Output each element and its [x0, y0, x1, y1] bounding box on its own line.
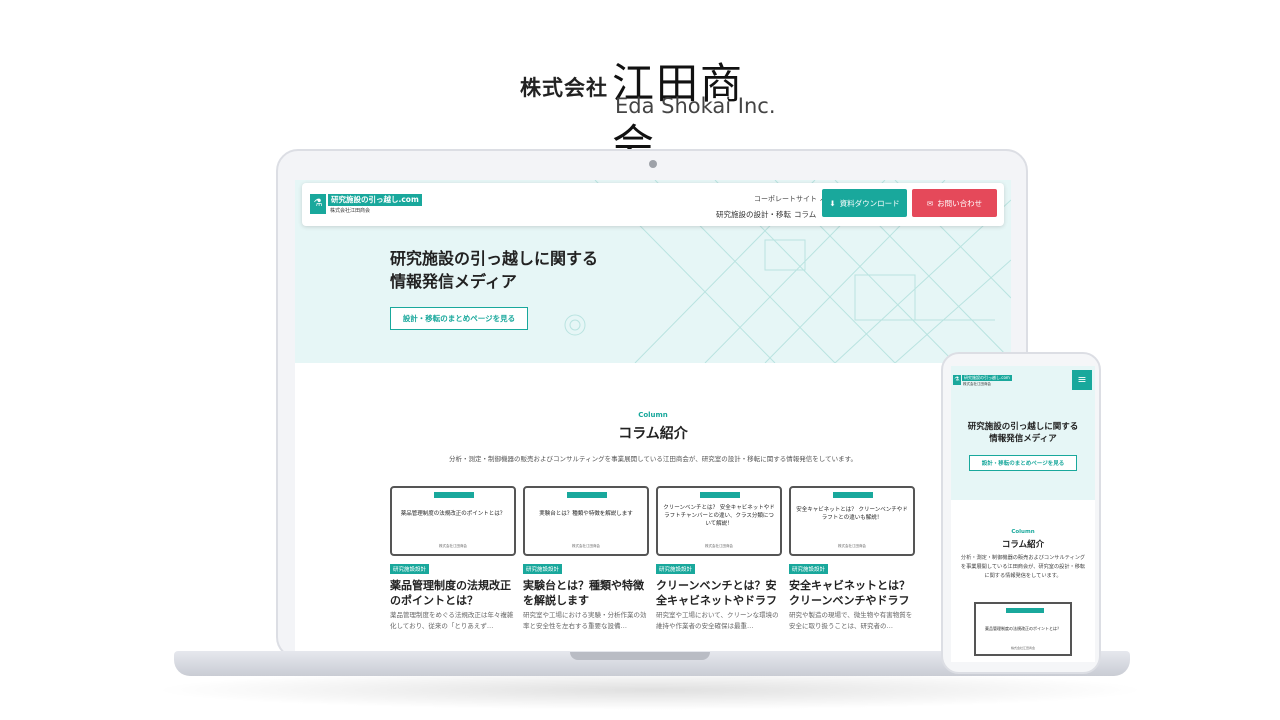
download-icon: ⬇ — [829, 198, 836, 208]
flask-icon[interactable]: ⚗ — [310, 194, 326, 214]
thumb-logo — [434, 492, 474, 498]
category-tag[interactable]: 研究施設設計 — [656, 564, 696, 574]
category-tag[interactable]: 研究施設設計 — [789, 564, 829, 574]
card-title[interactable]: クリーンベンチとは？安全キャビネットやドラフト… — [656, 578, 782, 608]
summary-page-button[interactable]: 設計・移転のまとめページを見る — [390, 307, 528, 330]
thumb-sub: 株式会社江田商会 — [1010, 646, 1035, 650]
mobile-section-label: Column — [1011, 529, 1035, 535]
thumb-text: 薬品管理制度の法規改正のポイントとは？ — [985, 626, 1061, 631]
mobile-logo-sub: 株式会社江田商会 — [963, 382, 991, 386]
corporate-link-label: コーポレートサイト — [754, 195, 817, 203]
card-title[interactable]: 安全キャビネットとは？クリーンベンチやドラフト… — [789, 578, 915, 608]
laptop-notch — [570, 652, 710, 660]
hero-title: 研究施設の引っ越しに関する 情報発信メディア — [390, 247, 598, 293]
site-logo-title[interactable]: 研究施設の引っ越し.com — [328, 194, 422, 206]
nav-item-design-relocation[interactable]: 研究施設の設計・移転 — [716, 209, 791, 220]
hero-title-line1: 研究施設の引っ越しに関する — [390, 249, 599, 268]
section-label: Column — [638, 411, 668, 419]
category-tag[interactable]: 研究施設設計 — [523, 564, 563, 574]
brand-kabushiki: 株式会社 — [520, 76, 608, 100]
corporate-site-link[interactable]: コーポレートサイト ↗ — [754, 194, 825, 204]
section-description: 分析・測定・制御機器の販売およびコンサルティングを事業展開している江田商会が、研… — [449, 455, 857, 463]
mobile-hero-title-line2: 情報発信メディア — [989, 434, 1057, 444]
mobile-card-thumbnail[interactable]: 薬品管理制度の法規改正のポイントとは？ 株式会社江田商会 — [974, 602, 1072, 656]
nav-item-column[interactable]: コラム — [794, 209, 816, 220]
card-thumbnail[interactable]: 安全キャビネットとは？ クリーンベンチやドラフトとの違いも解説！ 株式会社江田商… — [789, 486, 915, 556]
flask-icon[interactable]: ⚗ — [953, 375, 961, 385]
thumb-sub: 株式会社江田商会 — [439, 544, 467, 548]
site-logo-sub: 株式会社江田商会 — [330, 208, 371, 214]
thumb-text: 安全キャビネットとは？ クリーンベンチやドラフトとの違いも解説！ — [796, 507, 908, 521]
card-title[interactable]: 実験台とは？種類や特徴を解説します — [523, 578, 649, 608]
download-label: 資料ダウンロード — [839, 198, 900, 208]
phone-screen: ⚗ 研究施設の引っ越し.com 株式会社江田商会 ≡ 研究施設の引っ越しに関する… — [951, 366, 1095, 662]
card-excerpt: 研究室や工場において、クリーンな環境の維持や作業者の安全確保は最重… — [656, 611, 779, 630]
thumb-sub: 株式会社江田商会 — [838, 544, 866, 548]
hamburger-icon[interactable]: ≡ — [1072, 370, 1092, 390]
column-card[interactable]: 薬品管理制度の法規改正のポイントとは？ 株式会社江田商会 研究施設設計 薬品管理… — [390, 486, 516, 631]
thumb-logo — [700, 492, 740, 498]
card-excerpt: 薬品管理制度をめぐる法規改正は年々複雑化しており、従来の「とりあえず… — [390, 611, 514, 630]
contact-button[interactable]: ✉ お問い合わせ — [912, 189, 997, 217]
column-card[interactable]: クリーンベンチとは？ 安全キャビネットやドラフトチャンバーとの違い、クラス分類に… — [656, 486, 782, 631]
thumb-logo — [567, 492, 607, 498]
mobile-section-description: 分析・測定・制御機器の販売およびコンサルティングを事業展開している江田商会が、研… — [960, 555, 1086, 579]
mobile-logo-title[interactable]: 研究施設の引っ越し.com — [962, 375, 1012, 381]
column-card[interactable]: 実験台とは？種類や特徴を解説します 株式会社江田商会 研究施設設計 実験台とは？… — [523, 486, 649, 631]
category-tag[interactable]: 研究施設設計 — [390, 564, 430, 574]
device-shadow — [150, 670, 1150, 710]
camera-dot — [649, 160, 657, 168]
section-title: コラム紹介 — [618, 426, 688, 442]
thumb-text: クリーンベンチとは？ 安全キャビネットやドラフトチャンバーとの違い、クラス分類に… — [663, 505, 775, 527]
brand-logo: 株式会社 江田商会 Eda Shokai Inc. — [520, 50, 780, 169]
contact-label: お問い合わせ — [937, 198, 983, 208]
mobile-hero-title: 研究施設の引っ越しに関する 情報発信メディア — [951, 421, 1095, 445]
thumb-text: 実験台とは？種類や特徴を解説します — [539, 511, 633, 517]
card-thumbnail[interactable]: 薬品管理制度の法規改正のポイントとは？ 株式会社江田商会 — [390, 486, 516, 556]
card-thumbnail[interactable]: 実験台とは？種類や特徴を解説します 株式会社江田商会 — [523, 486, 649, 556]
column-card[interactable]: 安全キャビネットとは？ クリーンベンチやドラフトとの違いも解説！ 株式会社江田商… — [789, 486, 915, 631]
thumb-sub: 株式会社江田商会 — [572, 544, 600, 548]
thumb-logo — [833, 492, 873, 498]
thumb-logo — [1006, 608, 1044, 613]
laptop-screen: ⚗ 研究施設の引っ越し.com 株式会社江田商会 コーポレートサイト ↗ 研究施… — [295, 180, 1011, 651]
card-excerpt: 研究や製造の現場で、微生物や有害物質を安全に取り扱うことは、研究者の… — [789, 611, 913, 630]
thumb-text: 薬品管理制度の法規改正のポイントとは？ — [400, 511, 506, 517]
hero-section: ⚗ 研究施設の引っ越し.com 株式会社江田商会 コーポレートサイト ↗ 研究施… — [295, 180, 1011, 363]
mobile-summary-button[interactable]: 設計・移転のまとめページを見る — [969, 455, 1077, 471]
mobile-hero-title-line1: 研究施設の引っ越しに関する — [967, 422, 1079, 432]
mail-icon: ✉ — [926, 198, 934, 208]
card-thumbnail[interactable]: クリーンベンチとは？ 安全キャビネットやドラフトチャンバーとの違い、クラス分類に… — [656, 486, 782, 556]
hero-title-line2: 情報発信メディア — [390, 272, 517, 291]
brand-english: Eda Shokai Inc. — [615, 94, 776, 118]
thumb-sub: 株式会社江田商会 — [705, 544, 733, 548]
phone-frame: ⚗ 研究施設の引っ越し.com 株式会社江田商会 ≡ 研究施設の引っ越しに関する… — [941, 352, 1101, 674]
mobile-hero: ⚗ 研究施設の引っ越し.com 株式会社江田商会 ≡ 研究施設の引っ越しに関する… — [951, 366, 1095, 500]
card-title[interactable]: 薬品管理制度の法規改正のポイントとは？ — [390, 578, 516, 608]
site-header: ⚗ 研究施設の引っ越し.com 株式会社江田商会 コーポレートサイト ↗ 研究施… — [302, 183, 1004, 226]
mobile-section-title: コラム紹介 — [1001, 540, 1045, 550]
card-excerpt: 研究室や工場における実験・分析作業の効率と安全性を左右する重要な設備… — [523, 611, 647, 630]
download-button[interactable]: ⬇ 資料ダウンロード — [822, 189, 907, 217]
